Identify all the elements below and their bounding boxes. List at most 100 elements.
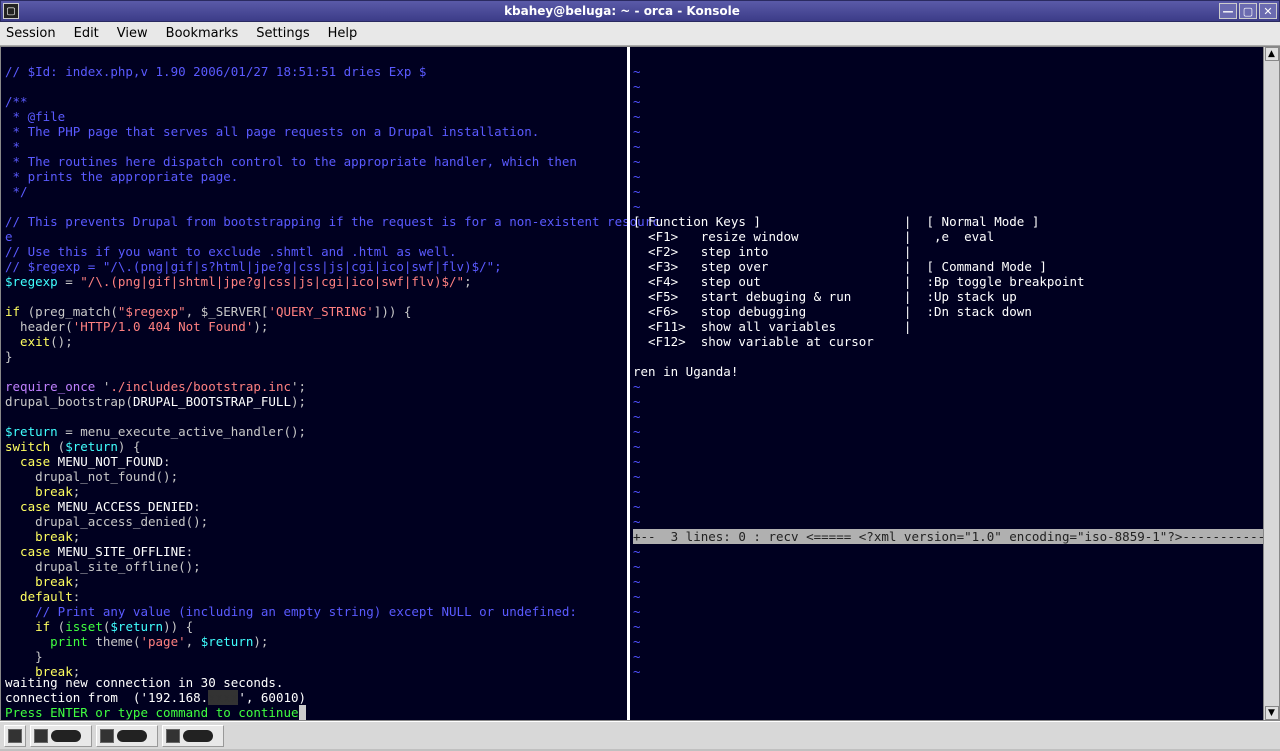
task-label (183, 730, 213, 742)
help-line: <F6> stop debugging | :Dn stack down (633, 304, 1032, 319)
help-line: ren in Uganda! (633, 364, 738, 379)
taskbar-button-desktop[interactable] (4, 725, 26, 747)
menu-help[interactable]: Help (328, 26, 358, 41)
pane-divider[interactable] (627, 47, 630, 720)
scroll-down-icon[interactable]: ▼ (1265, 706, 1279, 720)
vim-tilde: ~ (633, 184, 641, 199)
code-text: = menu_execute_active_handler(); (58, 424, 306, 439)
code-text: : (73, 589, 81, 604)
vim-tilde: ~ (633, 109, 641, 124)
menu-session[interactable]: Session (6, 26, 56, 41)
app-icon (166, 729, 180, 743)
vim-prompt: Press ENTER or type command to continue (5, 705, 299, 720)
blank-line (633, 349, 641, 364)
code-const: MENU_SITE_OFFLINE (50, 544, 185, 559)
code-keyword: exit (5, 334, 50, 349)
help-line: <F3> step over | [ Command Mode ] (633, 259, 1047, 274)
taskbar-button[interactable] (30, 725, 92, 747)
vim-tilde: ~ (633, 139, 641, 154)
code-const: DRUPAL_BOOTSTRAP_FULL (133, 394, 291, 409)
code-text: ( (50, 439, 65, 454)
code-text: ( (50, 619, 65, 634)
task-label (117, 730, 147, 742)
vim-tilde: ~ (633, 394, 641, 409)
code-text: ])) { (374, 304, 412, 319)
app-icon (34, 729, 48, 743)
code-var: $return (65, 439, 118, 454)
vim-tilde: ~ (633, 169, 641, 184)
vim-tilde: ~ (633, 424, 641, 439)
code-text: ); (253, 634, 268, 649)
vim-tilde: ~ (633, 124, 641, 139)
redacted-ip: xxxx (208, 690, 238, 705)
vim-tilde: ~ (633, 634, 641, 649)
desktop-icon (8, 729, 22, 743)
code-keyword: require_once (5, 379, 95, 394)
vim-tilde: ~ (633, 559, 641, 574)
code-string: 'QUERY_STRING' (268, 304, 373, 319)
code-var: $return (110, 619, 163, 634)
code-line: /** (5, 94, 28, 109)
help-line: <F4> step out | :Bp toggle breakpoint (633, 274, 1085, 289)
code-line: // This prevents Drupal from bootstrappi… (5, 214, 660, 229)
code-text: = (58, 274, 81, 289)
vim-tilde: ~ (633, 484, 641, 499)
code-keyword: break (5, 484, 73, 499)
maximize-button[interactable]: ▢ (1239, 3, 1257, 19)
code-line: // Use this if you want to exclude .shmt… (5, 244, 457, 259)
vim-tilde: ~ (633, 64, 641, 79)
code-line: * @file (5, 109, 65, 124)
code-keyword: break (5, 574, 73, 589)
code-string: ./includes/bootstrap.inc (110, 379, 291, 394)
help-line: <F1> resize window | ,e eval (633, 229, 994, 244)
fold-line[interactable]: +-- 3 lines: 0 : recv <===== <?xml versi… (633, 529, 1263, 544)
code-text: ; (73, 484, 81, 499)
code-text: ; (464, 274, 472, 289)
menu-edit[interactable]: Edit (74, 26, 99, 41)
code-keyword: if (5, 304, 20, 319)
menu-view[interactable]: View (117, 26, 148, 41)
app-icon: ▢ (3, 3, 19, 19)
vim-tilde: ~ (633, 199, 641, 214)
app-icon (100, 729, 114, 743)
help-line: <F2> step into | (633, 244, 911, 259)
minimize-button[interactable]: — (1219, 3, 1237, 19)
code-line: drupal_not_found(); (5, 469, 178, 484)
code-line: * The PHP page that serves all page requ… (5, 124, 539, 139)
code-text: '; (291, 379, 306, 394)
code-keyword: case (5, 454, 50, 469)
taskbar-button[interactable] (96, 725, 158, 747)
code-string: 'page' (140, 634, 185, 649)
code-line: // $Id: index.php,v 1.90 2006/01/27 18:5… (5, 64, 426, 79)
code-text: (preg_match( (20, 304, 118, 319)
code-string: "/\.(png|gif|shtml|jpe?g|css|js|cgi|ico|… (80, 274, 464, 289)
vim-tilde: ~ (633, 604, 641, 619)
taskbar-button[interactable] (162, 725, 224, 747)
vim-tilde: ~ (633, 619, 641, 634)
status-line: ', 60010) (238, 690, 306, 705)
code-text: (); (50, 334, 73, 349)
vim-tilde: ~ (633, 454, 641, 469)
code-string: "$regexp" (118, 304, 186, 319)
vim-tilde: ~ (633, 469, 641, 484)
help-line: <F11> show all variables | (633, 319, 911, 334)
close-button[interactable]: ✕ (1259, 3, 1277, 19)
code-text: ; (73, 529, 81, 544)
menu-bookmarks[interactable]: Bookmarks (166, 26, 239, 41)
code-text: ); (253, 319, 268, 334)
code-line: // Print any value (including an empty s… (5, 604, 577, 619)
scroll-up-icon[interactable]: ▲ (1265, 47, 1279, 61)
code-line: // $regexp = "/\.(png|gif|s?html|jpe?g|c… (5, 259, 502, 274)
code-text: )) { (163, 619, 193, 634)
scrollbar[interactable]: ▲ ▼ (1263, 47, 1279, 720)
code-keyword: default (5, 589, 73, 604)
menu-settings[interactable]: Settings (256, 26, 309, 41)
terminal-container: // $Id: index.php,v 1.90 2006/01/27 18:5… (0, 46, 1280, 721)
code-line: } (5, 349, 13, 364)
terminal[interactable]: // $Id: index.php,v 1.90 2006/01/27 18:5… (1, 47, 1263, 720)
code-text: ) { (118, 439, 141, 454)
code-text: drupal_bootstrap( (5, 394, 133, 409)
vim-tilde: ~ (633, 514, 641, 529)
code-line: */ (5, 184, 28, 199)
code-string: 'HTTP/1.0 404 Not Found' (73, 319, 254, 334)
